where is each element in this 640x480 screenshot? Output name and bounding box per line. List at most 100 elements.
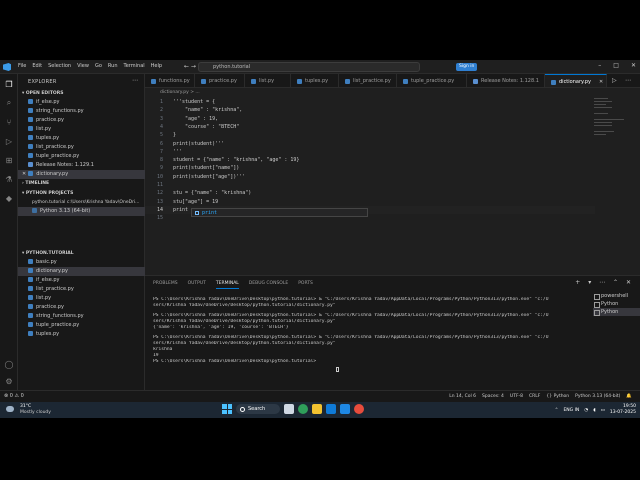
open-editor-item[interactable]: tuple_practice.py <box>18 152 145 161</box>
extensions-icon[interactable]: ⊞ <box>4 155 14 165</box>
tab-release-notes[interactable]: Release Notes: 1.128.1 <box>467 74 545 87</box>
more-editor-actions-icon[interactable]: ⋯ <box>625 77 631 84</box>
tab-tuples[interactable]: tuples.py <box>291 74 339 87</box>
store-icon[interactable] <box>326 404 336 414</box>
tab-debug-console[interactable]: DEBUG CONSOLE <box>249 281 288 289</box>
minimap[interactable] <box>594 96 634 156</box>
tab-ports[interactable]: PORTS <box>298 281 313 289</box>
menu-run[interactable]: Run <box>108 63 118 69</box>
tab-problems[interactable]: PROBLEMS <box>153 281 178 289</box>
open-editor-item-active[interactable]: ✕ dictionary.py <box>18 170 145 179</box>
minimize-icon[interactable]: – <box>598 62 601 69</box>
folder-header[interactable]: ▾ PYTHON.TUTORIAL <box>22 251 74 256</box>
file-item[interactable]: tuples.py <box>18 330 145 339</box>
tab-list[interactable]: list.py <box>245 74 291 87</box>
terminal-instance[interactable]: powershell <box>593 292 640 300</box>
tab-practice[interactable]: practice.py <box>195 74 245 87</box>
file-item[interactable]: practice.py <box>18 303 145 312</box>
cursor-position[interactable]: Ln 14, Col 6 <box>449 394 476 399</box>
open-editor-item[interactable]: string_functions.py <box>18 107 145 116</box>
python-interpreter[interactable]: Python 3.13 (64-bit) <box>575 394 620 399</box>
clock[interactable]: 19:50 13-07-2025 <box>610 404 636 416</box>
vscode-taskbar-icon[interactable] <box>340 404 350 414</box>
wifi-icon[interactable]: ◔ <box>584 408 588 413</box>
search-icon[interactable]: ⌕ <box>4 98 14 108</box>
menu-terminal[interactable]: Terminal <box>124 63 145 69</box>
breadcrumb[interactable]: dictionary.py > ... <box>160 90 200 95</box>
menu-edit[interactable]: Edit <box>32 63 42 69</box>
open-editor-item[interactable]: tuples.py <box>18 134 145 143</box>
python-file-icon <box>28 304 33 309</box>
open-editors-header[interactable]: ▾ OPEN EDITORS <box>22 91 63 96</box>
indentation[interactable]: Spaces: 4 <box>482 394 504 399</box>
edge-browser-icon[interactable] <box>298 404 308 414</box>
task-view-icon[interactable] <box>284 404 294 414</box>
autocomplete-suggestion[interactable]: print <box>191 208 368 217</box>
minimap-line <box>594 107 612 108</box>
language-mode[interactable]: {} Python <box>546 394 569 399</box>
file-item[interactable]: string_functions.py <box>18 312 145 321</box>
line-ending[interactable]: CRLF <box>529 394 540 399</box>
python-icon[interactable]: ◆ <box>4 193 14 203</box>
close-icon[interactable]: ✕ <box>22 171 26 177</box>
tab-tuple-practice[interactable]: tuple_practice.py <box>397 74 467 87</box>
menu-view[interactable]: View <box>77 63 89 69</box>
volume-icon[interactable]: ◖ <box>593 408 595 413</box>
terminal-instance[interactable]: Python <box>593 300 640 308</box>
settings-gear-icon[interactable]: ⚙ <box>4 376 14 386</box>
file-item[interactable]: if_else.py <box>18 276 145 285</box>
timeline-header[interactable]: › TIMELINE <box>22 181 49 186</box>
run-file-icon[interactable]: ▷ <box>612 77 617 84</box>
open-editor-item[interactable]: if_else.py <box>18 98 145 107</box>
interpreter-item[interactable]: Python 3.13 (64-bit) <box>18 207 145 216</box>
language-indicator[interactable]: ENG IN <box>563 408 579 413</box>
close-tab-icon[interactable]: ✕ <box>599 79 603 85</box>
tab-functions[interactable]: functions.py <box>145 74 195 87</box>
panel-actions[interactable]: + ▾ ⋯ ⌃ ✕ <box>575 279 634 286</box>
run-debug-icon[interactable]: ▷ <box>4 136 14 146</box>
menu-go[interactable]: Go <box>95 63 102 69</box>
file-label: tuples.py <box>36 331 60 337</box>
bell-icon[interactable]: 🔔 <box>626 394 632 399</box>
menu-help[interactable]: Help <box>151 63 162 69</box>
source-control-icon[interactable]: ⑂ <box>4 117 14 127</box>
file-item[interactable]: list.py <box>18 294 145 303</box>
open-editor-item[interactable]: practice.py <box>18 116 145 125</box>
file-item-selected[interactable]: dictionary.py <box>18 267 145 276</box>
open-editor-item[interactable]: list.py <box>18 125 145 134</box>
tray-chevron-icon[interactable]: ⌃ <box>555 408 559 413</box>
file-item[interactable]: basic.py <box>18 258 145 267</box>
menu-file[interactable]: File <box>18 63 26 69</box>
testing-icon[interactable]: ⚗ <box>4 174 14 184</box>
nav-arrows[interactable]: ← → <box>184 63 196 70</box>
more-actions-icon[interactable]: ⋯ <box>132 77 138 84</box>
close-icon[interactable]: ✕ <box>631 62 636 69</box>
explorer-icon[interactable]: ❐ <box>4 79 14 89</box>
file-item[interactable]: list_practice.py <box>18 285 145 294</box>
tab-list-practice[interactable]: list_practice.py <box>339 74 397 87</box>
battery-icon[interactable]: ▭ <box>601 408 605 413</box>
project-path[interactable]: python.tutorial c:\Users\Krishna Yadav\O… <box>18 198 145 207</box>
tab-dictionary[interactable]: dictionary.py ✕ <box>545 74 607 87</box>
windows-start-icon[interactable] <box>222 404 232 414</box>
tab-output[interactable]: OUTPUT <box>188 281 206 289</box>
open-editor-item[interactable]: Release Notes: 1.129.1 <box>18 161 145 170</box>
problems-status[interactable]: ⊗ 0 ⚠ 0 <box>4 393 24 399</box>
maximize-icon[interactable]: □ <box>613 62 619 69</box>
code-editor[interactable]: 1 '''student = { 2 "name" : "krishna", 3 … <box>145 96 640 282</box>
file-item[interactable]: tuple_practice.py <box>18 321 145 330</box>
encoding[interactable]: UTF-8 <box>510 394 523 399</box>
file-explorer-icon[interactable] <box>312 404 322 414</box>
open-editor-item[interactable]: list_practice.py <box>18 143 145 152</box>
sign-in-button[interactable]: Sign in <box>456 63 478 71</box>
minimap-line <box>594 101 612 102</box>
menu-selection[interactable]: Selection <box>48 63 71 69</box>
taskbar-search[interactable]: Search <box>236 404 280 414</box>
command-center-search[interactable]: python.tutorial <box>198 62 420 72</box>
account-icon[interactable]: ◯ <box>4 359 14 369</box>
terminal-instance-active[interactable]: Python <box>593 308 640 316</box>
chrome-icon[interactable] <box>354 404 364 414</box>
python-projects-header[interactable]: ▾ PYTHON PROJECTS <box>22 191 73 196</box>
tab-terminal[interactable]: TERMINAL <box>215 281 239 289</box>
terminal-output[interactable]: PS C:\Users\Krishna Yadav\OneDrive\Deskt… <box>153 297 583 389</box>
